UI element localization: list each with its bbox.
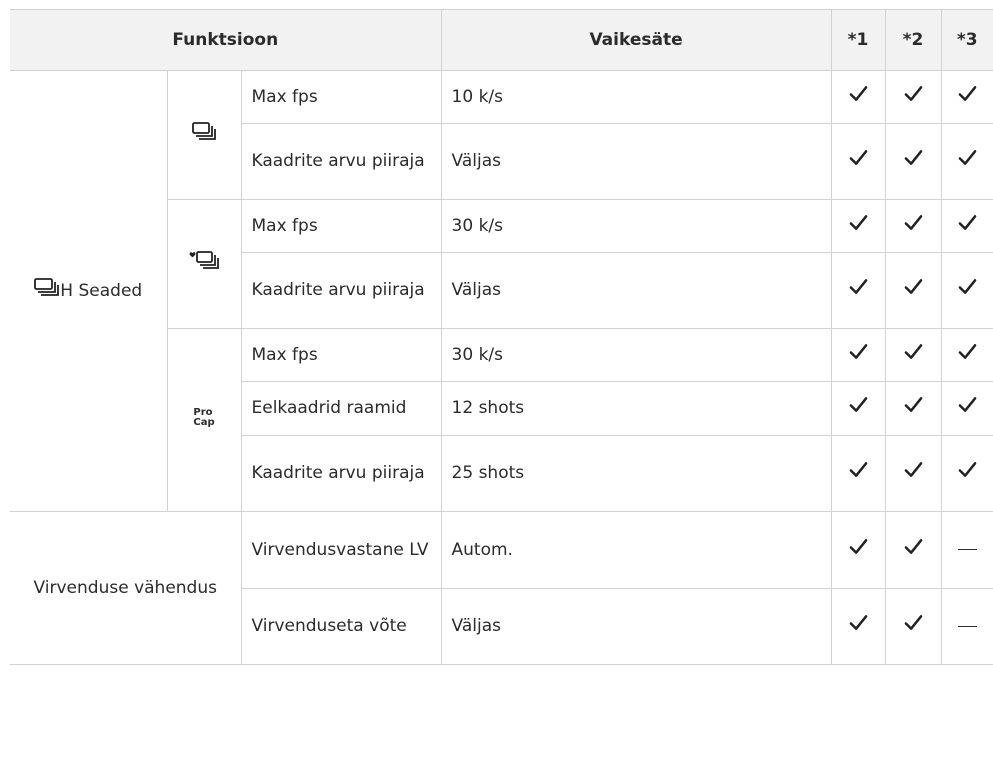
setting-name: Kaadrite arvu piiraja [241,252,442,329]
table-row: Virvenduse vähendus Virvendusvastane LV … [10,511,993,665]
subgroup-sequential [166,70,242,200]
table-row: H Seaded Max fps 10 k/s [10,70,993,512]
mark-1 [830,435,886,512]
mark-3 [940,123,993,200]
mark-1 [830,381,886,436]
setting-value: 30 k/s [440,199,832,253]
checkmark-icon [904,279,923,301]
checkmark-icon [849,462,868,484]
checkmark-icon [904,85,923,108]
header-default: Vaikesäte [440,9,832,71]
mark-2 [884,511,942,589]
checkmark-icon [849,343,868,366]
mark-2 [884,381,942,436]
mark-1 [830,199,886,253]
mark-2 [884,435,942,512]
mark-3 [940,381,993,436]
mark-1 [830,70,886,124]
checkmark-icon [904,343,923,366]
checkmark-icon [904,615,923,637]
mark-3 [940,588,993,665]
setting-value: 25 shots [440,435,832,512]
checkmark-icon [849,538,868,561]
setting-value: Autom. [440,511,832,589]
checkmark-icon [958,343,977,366]
checkmark-icon [958,214,977,237]
mark-3 [940,70,993,124]
setting-value: Väljas [440,252,832,329]
subgroup-sequential-silent [167,199,242,329]
mark-3 [940,328,993,382]
header-row: Funktsioon Vaikesäte *1 *2 *3 [10,9,993,71]
checkmark-icon [958,85,977,108]
mark-1 [830,511,886,589]
mark-2 [884,123,942,200]
mark-3 [940,511,993,589]
setting-name: Max fps [240,70,442,124]
header-col-3: *3 [940,9,993,71]
mark-3 [940,252,993,329]
checkmark-icon [849,615,868,637]
subgroup-pro-capture: Pro Cap [167,328,242,512]
checkmark-icon [849,150,868,172]
header-function: Funktsioon [10,9,442,71]
setting-name: Virvenduseta võte [241,588,442,665]
heart-sequential-icon [189,251,219,277]
checkmark-icon [958,279,977,301]
mark-1 [830,252,886,329]
mark-3 [940,199,993,253]
checkmark-icon [958,462,977,484]
mark-2 [884,328,942,382]
mark-2 [884,199,942,253]
mark-2 [884,252,942,329]
setting-name: Max fps [240,199,442,253]
checkmark-icon [849,85,868,108]
setting-name: Virvendusvastane LV [240,511,442,589]
dash-icon [957,549,977,550]
checkmark-icon [849,214,868,237]
sequential-high-icon [34,278,60,304]
checkmark-icon [849,397,868,419]
setting-value: 30 k/s [440,328,832,382]
checkmark-icon [958,150,977,172]
checkmark-icon [904,538,923,561]
setting-value: Väljas [440,123,832,200]
mark-2 [884,70,942,124]
dash-icon [957,625,977,627]
setting-name: Kaadrite arvu piiraja [241,435,442,512]
checkmark-icon [904,150,923,172]
settings-table: Funktsioon Vaikesäte *1 *2 *3 H Seaded M… [10,9,993,665]
checkmark-icon [904,214,923,237]
header-col-1: *1 [830,9,886,71]
mark-1 [830,328,886,382]
mark-3 [940,435,993,512]
setting-name: Max fps [240,328,442,382]
group-label: H Seaded [60,281,143,301]
mark-1 [830,123,886,200]
checkmark-icon [904,397,923,419]
setting-value: Väljas [440,588,832,665]
mark-1 [830,588,886,665]
setting-name: Eelkaadrid raamid [241,381,442,436]
checkmark-icon [958,397,977,419]
sequential-icon [192,122,216,148]
header-col-2: *2 [884,9,942,71]
mark-2 [884,588,942,665]
setting-name: Kaadrite arvu piiraja [241,123,442,200]
pro-capture-icon: Pro Cap [193,406,215,428]
setting-value: 12 shots [440,381,832,436]
group-burst-settings: H Seaded [10,70,168,512]
setting-value: 10 k/s [440,70,832,124]
group-flicker-reduction: Virvenduse vähendus [10,511,242,665]
checkmark-icon [849,279,868,301]
checkmark-icon [904,462,923,484]
